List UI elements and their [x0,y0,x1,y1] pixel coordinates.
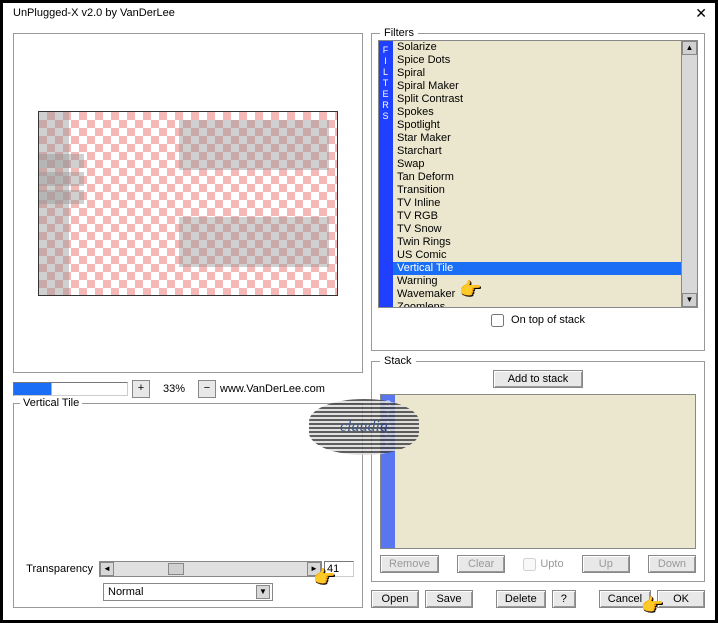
close-icon[interactable]: ✕ [695,5,707,22]
scroll-left-icon[interactable]: ◄ [100,562,114,576]
content: + 33% − www.VanDerLee.com Vertical Tile … [3,23,715,618]
filters-scrollbar[interactable]: ▲ ▼ [681,41,697,307]
blend-mode-value: Normal [108,586,143,598]
settings-legend: Vertical Tile [20,397,82,409]
on-top-checkbox[interactable]: On top of stack [491,314,585,326]
filter-item[interactable]: TV RGB [393,210,681,223]
stack-tab[interactable]: STACK [381,395,395,548]
on-top-label: On top of stack [511,314,585,326]
upto-input[interactable] [523,558,536,571]
filter-item[interactable]: Transition [393,184,681,197]
transparency-slider[interactable]: ◄ ► [99,561,322,577]
filter-item[interactable]: Spotlight [393,119,681,132]
filter-item[interactable]: TV Snow [393,223,681,236]
scroll-up-icon[interactable]: ▲ [682,41,697,55]
preview-image [38,111,338,296]
filter-list[interactable]: SolarizeSpice DotsSpiralSpiral MakerSpli… [393,41,681,307]
clear-button[interactable]: Clear [457,555,505,573]
scroll-right-icon[interactable]: ► [307,562,321,576]
zoom-in-button[interactable]: + [132,380,150,398]
window-title: UnPlugged-X v2.0 by VanDerLee [13,7,175,19]
filter-item[interactable]: Split Contrast [393,93,681,106]
add-to-stack-button[interactable]: Add to stack [493,370,584,388]
filter-item[interactable]: Vertical Tile [393,262,681,275]
filter-item[interactable]: Wavemaker [393,288,681,301]
tile-overlay [179,217,329,267]
filter-item[interactable]: Star Maker [393,132,681,145]
save-button[interactable]: Save [425,590,473,608]
filter-item[interactable]: Spiral [393,67,681,80]
filters-tab[interactable]: FILTERS [379,41,393,307]
stack-group: Stack Add to stack STACK Remove Clear Up… [371,361,705,582]
stack-legend: Stack [380,355,416,367]
filters-legend: Filters [380,27,418,39]
transparency-row: Transparency ◄ ► [22,561,354,577]
down-button[interactable]: Down [648,555,696,573]
settings-group: Vertical Tile Transparency ◄ ► Normal ▼ [13,403,363,608]
filter-item[interactable]: Zoomlens [393,301,681,307]
cancel-button[interactable]: Cancel [599,590,651,608]
remove-button[interactable]: Remove [380,555,439,573]
filter-item[interactable]: Spice Dots [393,54,681,67]
on-top-row: On top of stack [378,314,698,327]
tile-overlay [39,190,84,204]
on-top-input[interactable] [491,314,504,327]
filter-list-wrap: FILTERS SolarizeSpice DotsSpiralSpiral M… [378,40,698,308]
zoom-row: + 33% − www.VanDerLee.com [13,379,363,399]
transparency-input[interactable] [324,561,354,577]
delete-button[interactable]: Delete [496,590,546,608]
filter-item[interactable]: Spiral Maker [393,80,681,93]
dialog-buttons: Open Save Delete ? Cancel OK [371,590,705,608]
tile-overlay [179,120,329,170]
window: UnPlugged-X v2.0 by VanDerLee ✕ + 33% [0,0,718,623]
upto-checkbox[interactable]: Upto [523,555,563,573]
up-button[interactable]: Up [582,555,630,573]
tile-overlay [39,172,84,186]
left-panel: + 33% − www.VanDerLee.com Vertical Tile … [13,23,363,608]
filters-group: Filters FILTERS SolarizeSpice DotsSpiral… [371,33,705,351]
upto-label: Upto [540,558,563,570]
slider-thumb[interactable] [168,563,184,575]
blend-mode-select[interactable]: Normal ▼ [103,583,273,601]
zoom-progress[interactable] [13,382,128,396]
stack-list[interactable]: STACK [380,394,696,549]
filter-item[interactable]: Tan Deform [393,171,681,184]
chevron-down-icon[interactable]: ▼ [256,585,270,599]
scroll-down-icon[interactable]: ▼ [682,293,697,307]
titlebar: UnPlugged-X v2.0 by VanDerLee ✕ [3,3,715,23]
right-panel: Filters FILTERS SolarizeSpice DotsSpiral… [371,23,705,608]
filter-item[interactable]: Spokes [393,106,681,119]
open-button[interactable]: Open [371,590,419,608]
help-button[interactable]: ? [552,590,576,608]
vendor-url[interactable]: www.VanDerLee.com [220,383,363,395]
filter-item[interactable]: US Comic [393,249,681,262]
zoom-out-button[interactable]: − [198,380,216,398]
zoom-percent: 33% [154,383,194,395]
filter-item[interactable]: Starchart [393,145,681,158]
stack-buttons: Remove Clear Upto Up Down [380,555,696,573]
filter-item[interactable]: Twin Rings [393,236,681,249]
filter-item[interactable]: Warning [393,275,681,288]
preview-frame [13,33,363,373]
filter-item[interactable]: Solarize [393,41,681,54]
filter-item[interactable]: TV Inline [393,197,681,210]
filter-item[interactable]: Swap [393,158,681,171]
blend-mode-row: Normal ▼ [22,583,354,601]
tile-overlay [39,154,84,168]
ok-button[interactable]: OK [657,590,705,608]
stack-body [395,395,695,548]
transparency-label: Transparency [22,563,97,575]
